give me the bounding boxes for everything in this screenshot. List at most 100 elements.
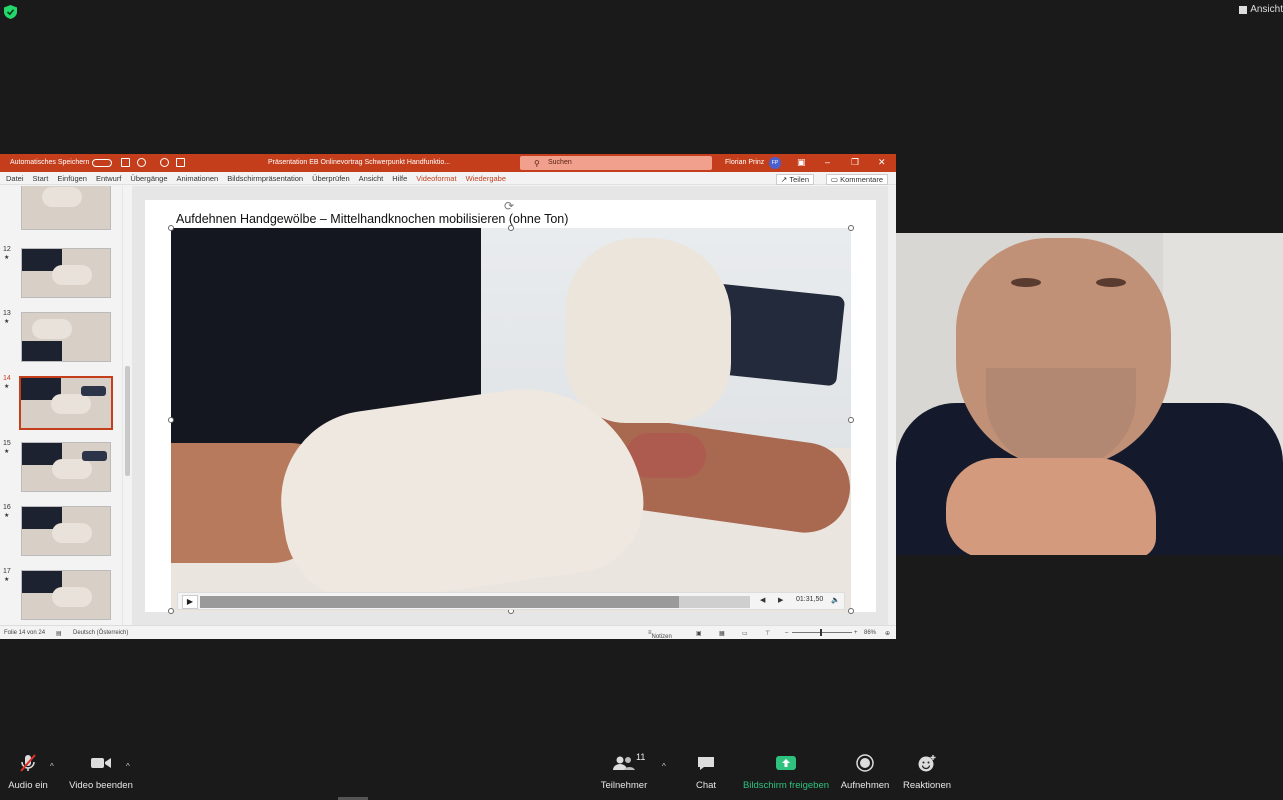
record-button[interactable]: Aufnehmen (838, 752, 892, 796)
undo-icon[interactable] (137, 158, 146, 167)
ppt-editor-area: 12 ★ 13 ★ 14 ★ 15 ★ 16 ★ 17 ★ ⟳ Aufdehne… (0, 186, 896, 625)
participants-options-chevron-icon[interactable]: ^ (662, 762, 666, 771)
language-label[interactable]: Deutsch (Österreich) (73, 630, 128, 636)
save-icon[interactable] (121, 158, 130, 167)
menu-videoformat[interactable]: Videoformat (416, 174, 456, 183)
resize-handle[interactable] (848, 417, 854, 423)
menu-datei[interactable]: Datei (6, 174, 24, 183)
view-label: Ansicht (1250, 4, 1283, 15)
slide-thumbnail-pane: 12 ★ 13 ★ 14 ★ 15 ★ 16 ★ 17 ★ (0, 186, 122, 625)
volume-icon[interactable]: 🔈 (831, 596, 840, 604)
animation-star-icon: ★ (4, 319, 10, 325)
accessibility-icon[interactable]: ▤ (56, 630, 62, 637)
ppt-title-bar: Automatisches Speichern Präsentation EB … (0, 154, 896, 172)
thumbnail-15[interactable]: 15 ★ (0, 438, 122, 496)
resize-handle[interactable] (848, 225, 854, 231)
chat-button[interactable]: Chat (688, 752, 724, 796)
thumbnail-13[interactable]: 13 ★ (0, 308, 122, 366)
video-options-chevron-icon[interactable]: ^ (126, 762, 130, 771)
audio-label: Audio ein (8, 780, 48, 791)
resize-handle[interactable] (508, 225, 514, 231)
thumbnail-number: 16 (3, 504, 11, 511)
participants-icon (613, 756, 635, 770)
reactions-button[interactable]: Reaktionen (900, 752, 954, 796)
zoom-slider[interactable] (792, 632, 852, 633)
menu-wiedergabe[interactable]: Wiedergabe (466, 174, 506, 183)
video-controls: ▶ ◀ ▶ 01:31,50 🔈 (177, 592, 845, 610)
share-screen-button[interactable]: Bildschirm freigeben (740, 752, 832, 796)
slide-title[interactable]: Aufdehnen Handgewölbe – Mittelhandknoche… (176, 212, 568, 226)
forward-icon[interactable]: ▶ (778, 596, 783, 604)
ribbon-display-icon[interactable]: ▣ (797, 157, 806, 168)
slide-scrollbar[interactable] (888, 186, 896, 625)
sorter-view-icon[interactable]: ▦ (719, 630, 725, 637)
thumbnail-17[interactable]: 17 ★ (0, 566, 122, 624)
video-progress-fill (200, 596, 679, 608)
audio-button[interactable]: Audio ein (6, 752, 50, 796)
menu-uebergaenge[interactable]: Übergänge (130, 174, 167, 183)
zoom-in-icon[interactable]: + (854, 630, 858, 636)
thumbnail-12[interactable]: 12 ★ (0, 244, 122, 302)
reactions-label: Reaktionen (902, 780, 952, 791)
thumbnail-scroll-thumb[interactable] (125, 366, 130, 476)
view-button[interactable]: Ansicht (1239, 4, 1283, 15)
ppt-share-label: Teilen (789, 175, 809, 184)
participant-video-tile[interactable] (896, 233, 1283, 555)
slideshow-view-icon[interactable]: ⊤ (765, 630, 770, 637)
audio-options-chevron-icon[interactable]: ^ (50, 762, 54, 771)
rewind-icon[interactable]: ◀ (760, 596, 765, 604)
normal-view-icon[interactable]: ▣ (696, 630, 702, 637)
menu-ansicht[interactable]: Ansicht (359, 174, 384, 183)
resize-handle[interactable] (168, 608, 174, 614)
thumbnail-number: 17 (3, 568, 11, 575)
ppt-search-box[interactable]: ⚲ Suchen (520, 156, 712, 170)
security-shield-icon[interactable] (4, 5, 17, 19)
reading-view-icon[interactable]: ▭ (742, 630, 748, 637)
animation-star-icon: ★ (4, 449, 10, 455)
ppt-share-button[interactable]: ↗ Teilen (776, 174, 814, 185)
menu-hilfe[interactable]: Hilfe (392, 174, 407, 183)
muted-microphone-icon (20, 754, 36, 772)
maximize-icon[interactable]: ❐ (851, 157, 859, 168)
thumbnail-16[interactable]: 16 ★ (0, 502, 122, 560)
zoom-slider-knob[interactable] (820, 629, 822, 636)
thumbnail-11[interactable] (0, 186, 122, 236)
autosave-toggle[interactable] (92, 159, 112, 167)
rotate-handle-icon[interactable]: ⟳ (504, 199, 514, 213)
animation-star-icon: ★ (4, 577, 10, 583)
zoom-out-icon[interactable]: – (785, 630, 788, 636)
comments-button[interactable]: ▭ Kommentare (825, 174, 888, 185)
menu-entwurf[interactable]: Entwurf (96, 174, 121, 183)
play-icon[interactable]: ▶ (182, 595, 198, 609)
thumbnail-scrollbar[interactable] (123, 186, 132, 625)
notes-button[interactable]: ≡ Notizen (648, 630, 672, 640)
user-name: Florian Prinz (725, 159, 765, 166)
user-avatar[interactable]: FP (769, 157, 781, 169)
comments-label: Kommentare (840, 175, 883, 184)
menu-start[interactable]: Start (33, 174, 49, 183)
chat-icon (698, 757, 714, 770)
zoom-level[interactable]: 86% (864, 630, 876, 636)
redo-icon[interactable] (160, 158, 169, 167)
minimize-icon[interactable]: – (825, 157, 830, 167)
thumbnail-number: 12 (3, 246, 11, 253)
slide-canvas: ⟳ Aufdehnen Handgewölbe – Mittelhandknoc… (145, 199, 876, 614)
thumbnail-number: 14 (3, 375, 11, 382)
thumbnail-14-selected[interactable]: 14 ★ (0, 373, 122, 431)
shared-powerpoint-window: Automatisches Speichern Präsentation EB … (0, 154, 896, 640)
video-progress-track[interactable] (200, 596, 750, 608)
menu-bildschirmpraesentation[interactable]: Bildschirmpräsentation (227, 174, 303, 183)
resize-handle[interactable] (168, 225, 174, 231)
present-icon[interactable] (176, 158, 185, 167)
fit-slide-icon[interactable]: ⊕ (885, 630, 890, 637)
resize-handle[interactable] (848, 608, 854, 614)
slide-video[interactable] (171, 228, 851, 612)
animation-star-icon: ★ (4, 255, 10, 261)
menu-animationen[interactable]: Animationen (177, 174, 219, 183)
resize-handle[interactable] (168, 417, 174, 423)
menu-einfuegen[interactable]: Einfügen (57, 174, 87, 183)
menu-ueberpruefen[interactable]: Überprüfen (312, 174, 350, 183)
share-screen-label: Bildschirm freigeben (742, 780, 830, 791)
close-icon[interactable]: ✕ (878, 157, 886, 168)
video-button[interactable]: Video beenden (68, 752, 134, 796)
